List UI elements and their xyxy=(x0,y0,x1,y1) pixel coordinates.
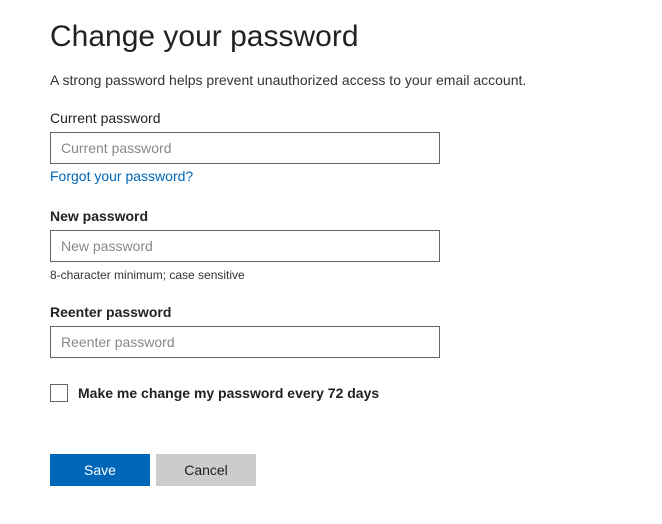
intro-text: A strong password helps prevent unauthor… xyxy=(50,72,612,88)
save-button[interactable]: Save xyxy=(50,454,150,486)
page-title: Change your password xyxy=(50,20,612,54)
password-hint: 8-character minimum; case sensitive xyxy=(50,268,612,282)
new-password-label: New password xyxy=(50,208,612,224)
cancel-button[interactable]: Cancel xyxy=(156,454,256,486)
change-every-72-days-label: Make me change my password every 72 days xyxy=(78,385,379,401)
change-every-72-days-checkbox[interactable] xyxy=(50,384,68,402)
current-password-label: Current password xyxy=(50,110,612,126)
new-password-input[interactable] xyxy=(50,230,440,262)
reenter-password-label: Reenter password xyxy=(50,304,612,320)
reenter-password-input[interactable] xyxy=(50,326,440,358)
forgot-password-link[interactable]: Forgot your password? xyxy=(50,168,193,184)
current-password-input[interactable] xyxy=(50,132,440,164)
